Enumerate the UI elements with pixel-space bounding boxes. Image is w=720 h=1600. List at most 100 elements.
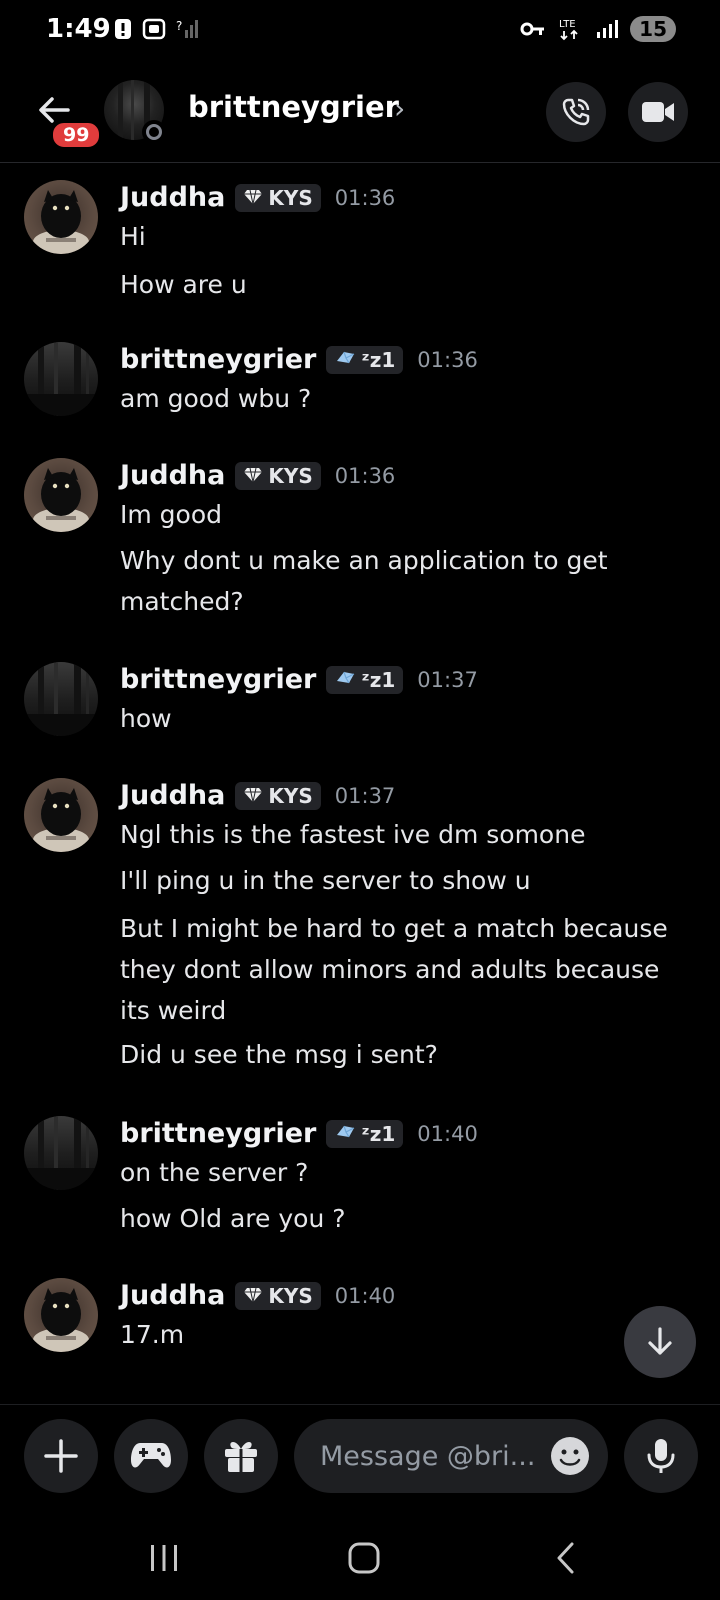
author-name[interactable]: Juddha	[120, 1280, 225, 1311]
message-timestamp: 01:37	[334, 783, 396, 808]
clan-tag-label: KYS	[268, 1283, 313, 1308]
avatar[interactable]	[24, 1116, 98, 1190]
message-header: brittneygrier ᶻz1 01:36	[120, 344, 478, 375]
chevron-right-icon[interactable]: ›	[394, 92, 405, 125]
message-input[interactable]: Message @bri...	[294, 1419, 608, 1493]
dm-header: 99 brittneygrier ›	[0, 70, 720, 163]
clan-tag[interactable]: KYS	[235, 1281, 321, 1310]
message-timestamp: 01:36	[334, 185, 396, 210]
gift-button[interactable]	[204, 1419, 278, 1493]
author-name[interactable]: brittneygrier	[120, 1118, 316, 1149]
crystal-icon	[334, 668, 356, 692]
author-name[interactable]: Juddha	[120, 460, 225, 491]
clan-tag-label: ᶻz1	[361, 667, 396, 692]
vpn-key-icon	[520, 20, 546, 38]
author-name[interactable]: brittneygrier	[120, 344, 316, 375]
message-timestamp: 01:40	[334, 1283, 396, 1308]
video-camera-icon	[642, 102, 674, 122]
message-text[interactable]: on the server ?	[120, 1152, 690, 1193]
avatar[interactable]	[24, 180, 98, 254]
message-header: Juddha KYS 01:36	[120, 182, 395, 213]
arrow-down-icon	[648, 1327, 672, 1355]
activities-button[interactable]	[114, 1419, 188, 1493]
clan-tag-label: ᶻz1	[361, 347, 396, 372]
plus-icon	[44, 1439, 78, 1473]
message-text[interactable]: 17.m	[120, 1314, 690, 1355]
message-header: Juddha KYS 01:36	[120, 460, 395, 491]
recent-apps-icon	[151, 1545, 177, 1571]
author-name[interactable]: brittneygrier	[120, 664, 316, 695]
gift-icon	[225, 1442, 257, 1472]
voice-message-button[interactable]	[624, 1419, 698, 1493]
clan-tag[interactable]: KYS	[235, 781, 321, 810]
offline-status-icon	[142, 120, 166, 144]
diamond-icon	[243, 464, 263, 488]
alert-icon	[114, 18, 132, 40]
signal-icon	[596, 19, 619, 39]
crystal-icon	[334, 1122, 356, 1146]
message-timestamp: 01:36	[334, 463, 396, 488]
message-text[interactable]: Why dont u make an application to get ma…	[120, 540, 690, 622]
avatar[interactable]	[24, 458, 98, 532]
author-name[interactable]: Juddha	[120, 780, 225, 811]
avatar[interactable]	[24, 1278, 98, 1352]
video-call-button[interactable]	[628, 82, 688, 142]
status-time: 1:49	[46, 14, 111, 44]
home-icon	[348, 1542, 380, 1574]
clan-tag-label: KYS	[268, 783, 313, 808]
chevron-left-icon	[557, 1542, 574, 1574]
recent-apps-button[interactable]	[134, 1538, 194, 1578]
clan-tag-label: ᶻz1	[361, 1121, 396, 1146]
message-text[interactable]: how Old are you ?	[120, 1198, 690, 1239]
clan-tag[interactable]: ᶻz1	[326, 345, 404, 374]
phone-icon	[562, 98, 590, 126]
message-list[interactable]: Juddha KYS 01:36 Hi How are u brittneygrier ᶻz…	[0, 168, 720, 1400]
microphone-icon	[647, 1439, 675, 1473]
message-text[interactable]: Im good	[120, 494, 690, 535]
clan-tag[interactable]: ᶻz1	[326, 1119, 404, 1148]
emoji-icon[interactable]	[550, 1436, 590, 1476]
message-timestamp: 01:37	[417, 667, 478, 692]
message-header: brittneygrier ᶻz1 01:40	[120, 1118, 478, 1149]
diamond-icon	[243, 186, 263, 210]
status-bar: 1:49 ? LTE 15	[0, 0, 720, 64]
clan-tag[interactable]: KYS	[235, 183, 321, 212]
screenshot-icon	[142, 18, 166, 40]
message-header: Juddha KYS 01:40	[120, 1280, 395, 1311]
message-text[interactable]: But I might be hard to get a match becau…	[120, 908, 690, 1031]
avatar[interactable]	[24, 342, 98, 416]
diamond-icon	[243, 1284, 263, 1308]
diamond-icon	[243, 784, 263, 808]
message-text[interactable]: Did u see the msg i sent?	[120, 1034, 690, 1075]
system-back-button[interactable]	[536, 1538, 596, 1578]
message-text[interactable]: Hi	[120, 216, 690, 257]
jump-to-present-button[interactable]	[624, 1306, 696, 1378]
message-text[interactable]: How are u	[120, 264, 690, 305]
svg-text:?: ?	[176, 19, 182, 33]
clan-tag-label: KYS	[268, 463, 313, 488]
battery-level: 15	[630, 16, 676, 42]
message-text[interactable]: am good wbu ?	[120, 378, 690, 419]
clan-tag[interactable]: KYS	[235, 461, 321, 490]
message-placeholder: Message @bri...	[320, 1440, 536, 1472]
message-text[interactable]: I'll ping u in the server to show u	[120, 860, 690, 901]
clan-tag[interactable]: ᶻz1	[326, 665, 404, 694]
home-button[interactable]	[334, 1538, 394, 1578]
message-timestamp: 01:36	[417, 347, 478, 372]
message-header: Juddha KYS 01:37	[120, 780, 395, 811]
voice-call-button[interactable]	[546, 82, 606, 142]
avatar[interactable]	[24, 778, 98, 852]
avatar[interactable]	[24, 662, 98, 736]
message-header: brittneygrier ᶻz1 01:37	[120, 664, 478, 695]
message-composer: Message @bri...	[0, 1404, 720, 1505]
message-text[interactable]: Ngl this is the fastest ive dm somone	[120, 814, 690, 855]
lte-label: LTE	[559, 19, 576, 30]
system-nav-bar	[0, 1510, 720, 1600]
lte-icon: LTE	[558, 17, 584, 41]
message-text[interactable]: how	[120, 698, 690, 739]
message-timestamp: 01:40	[417, 1121, 478, 1146]
unread-badge: 99	[50, 120, 103, 150]
author-name[interactable]: Juddha	[120, 182, 225, 213]
attach-button[interactable]	[24, 1419, 98, 1493]
channel-name[interactable]: brittneygrier	[188, 90, 399, 124]
